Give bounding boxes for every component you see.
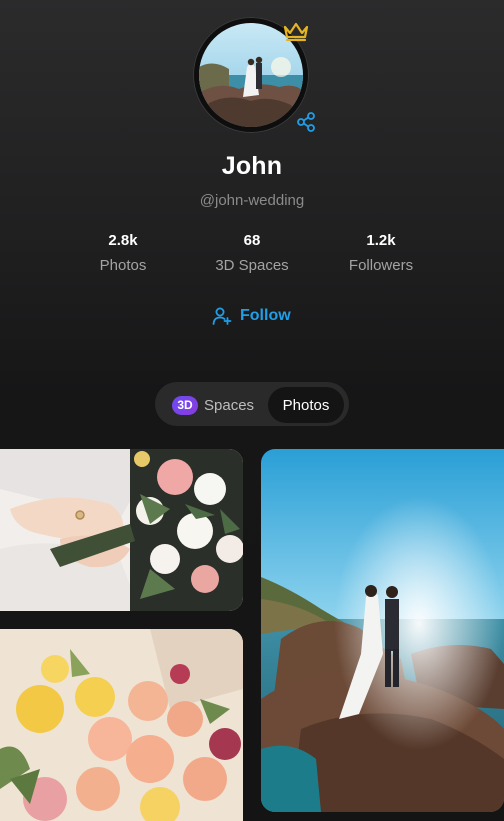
- add-user-icon: [212, 307, 232, 325]
- stat-label: 3D Spaces: [215, 257, 289, 274]
- stat-value: 1.2k: [366, 232, 396, 249]
- stat-followers[interactable]: 1.2k Followers: [311, 232, 451, 274]
- tab-spaces-label: Spaces: [204, 396, 255, 414]
- tab-photos[interactable]: Photos: [268, 387, 344, 423]
- profile-handle: @john-wedding: [199, 192, 305, 209]
- stat-label: Followers: [348, 257, 414, 274]
- stat-value: 2.8k: [108, 232, 138, 249]
- gallery-photo-flowers[interactable]: [0, 629, 243, 821]
- 3d-badge: 3D: [172, 395, 198, 415]
- profile-name: John: [221, 152, 283, 180]
- gallery-photo-couple[interactable]: [261, 449, 504, 812]
- bouquet-photo: [0, 449, 243, 611]
- flowers-photo: [0, 629, 243, 821]
- tab-3d-spaces[interactable]: 3D Spaces: [172, 394, 254, 416]
- share-icon[interactable]: [295, 111, 317, 133]
- follow-label: Follow: [240, 307, 291, 324]
- crown-icon: [283, 22, 309, 42]
- couple-photo: [261, 449, 504, 812]
- gallery-photo-bouquet[interactable]: [0, 449, 243, 611]
- stat-photos[interactable]: 2.8k Photos: [53, 232, 193, 274]
- stat-label: Photos: [99, 257, 147, 274]
- follow-button[interactable]: Follow: [212, 304, 291, 328]
- stat-value: 68: [243, 232, 261, 249]
- stat-3d-spaces[interactable]: 68 3D Spaces: [182, 232, 322, 274]
